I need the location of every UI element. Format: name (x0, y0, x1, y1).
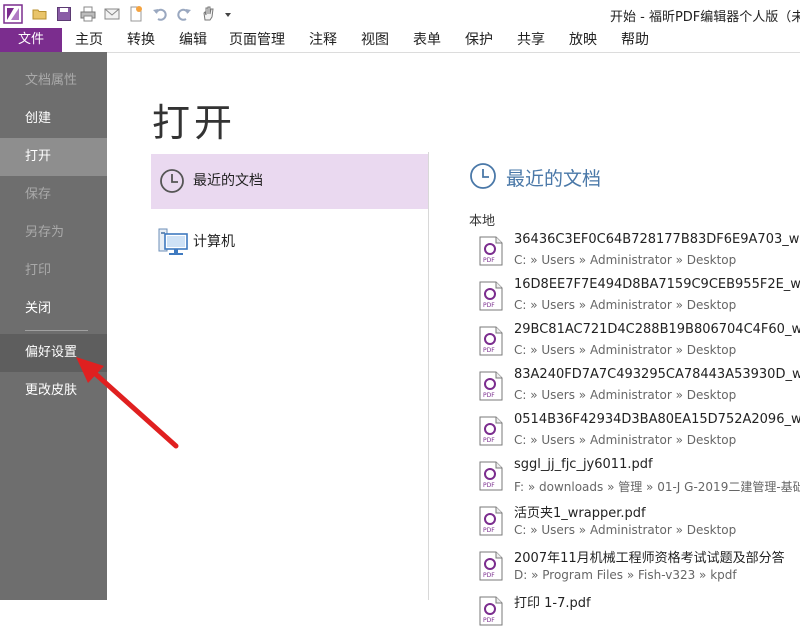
recent-file-row[interactable]: PDF 83A240FD7A7C493295CA78443A53930D_wra C… (479, 367, 800, 412)
recent-file-path: C: » Users » Administrator » Desktop (514, 433, 737, 447)
pdf-file-icon: PDF (479, 551, 503, 581)
recent-documents-panel: 最近的文档 本地 PDF 36436C3EF0C64B728177B83DF6E9… (429, 152, 800, 626)
menu-protect[interactable]: 保护 (465, 28, 493, 52)
recent-documents-title: 最近的文档 (506, 168, 602, 190)
svg-text:PDF: PDF (483, 347, 495, 354)
pdf-file-icon: PDF (479, 461, 503, 491)
svg-text:PDF: PDF (483, 527, 495, 534)
pdf-file-icon: PDF (479, 371, 503, 401)
sidebar-item-change-skin[interactable]: 更改皮肤 (0, 372, 107, 410)
pdf-file-icon: PDF (479, 596, 503, 626)
undo-icon[interactable] (151, 5, 169, 23)
menu-view[interactable]: 视图 (361, 28, 389, 52)
page-title: 打开 (152, 101, 237, 145)
sidebar-divider (25, 330, 88, 331)
recent-file-path: C: » Users » Administrator » Desktop (514, 388, 737, 402)
recent-file-name: 36436C3EF0C64B728177B83DF6E9A703_wra (514, 232, 800, 247)
email-icon[interactable] (103, 5, 121, 23)
recent-file-name: 29BC81AC721D4C288B19B806704C4F60_wra (514, 322, 800, 337)
sidebar-item-document-properties[interactable]: 文档属性 (0, 62, 107, 100)
svg-text:PDF: PDF (483, 257, 495, 264)
svg-text:PDF: PDF (483, 392, 495, 399)
recent-file-row[interactable]: PDF 打印 1-7.pdf (479, 592, 800, 637)
new-document-icon[interactable] (127, 5, 145, 23)
menu-convert[interactable]: 转换 (127, 28, 155, 52)
recent-file-row[interactable]: PDF 活页夹1_wrapper.pdf C: » Users » Administ… (479, 502, 800, 547)
menu-share[interactable]: 共享 (517, 28, 545, 52)
section-label-local: 本地 (469, 214, 496, 229)
sidebar-item-save-as[interactable]: 另存为 (0, 214, 107, 252)
sidebar-item-preferences[interactable]: 偏好设置 (0, 334, 107, 372)
recent-file-name: 16D8EE7F7E494D8BA7159C9CEB955F2E_wra (514, 277, 800, 292)
open-folder-icon[interactable] (31, 5, 49, 23)
pdf-file-icon: PDF (479, 281, 503, 311)
menu-form[interactable]: 表单 (413, 28, 441, 52)
location-recent-documents[interactable]: 最近的文档 (151, 154, 428, 209)
recent-file-row[interactable]: PDF 0514B36F42934D3BA80EA15D752A2096_wra C… (479, 412, 800, 457)
menu-slideshow[interactable]: 放映 (569, 28, 597, 52)
svg-text:PDF: PDF (483, 617, 495, 624)
clock-icon (470, 163, 496, 189)
sidebar-item-save[interactable]: 保存 (0, 176, 107, 214)
window-title: 开始 - 福昕PDF编辑器个人版（未经 (610, 10, 800, 25)
file-backstage-sidebar: 文档属性 创建 打开 保存 另存为 打印 关闭 偏好设置 更改皮肤 (0, 52, 107, 600)
recent-file-name: 83A240FD7A7C493295CA78443A53930D_wra (514, 367, 800, 382)
svg-text:PDF: PDF (483, 437, 495, 444)
recent-file-name: sggl_jj_fjc_jy6011.pdf (514, 457, 653, 472)
recent-file-path: C: » Users » Administrator » Desktop (514, 523, 737, 537)
location-computer[interactable]: 计算机 (151, 215, 428, 270)
recent-file-path: C: » Users » Administrator » Desktop (514, 298, 737, 312)
recent-file-row[interactable]: PDF 2007年11月机械工程师资格考试试题及部分答 D: » Program F… (479, 547, 800, 592)
customize-toolbar-dropdown-icon[interactable] (222, 5, 234, 23)
print-icon[interactable] (79, 5, 97, 23)
pdf-file-icon: PDF (479, 416, 503, 446)
menu-help[interactable]: 帮助 (621, 28, 649, 52)
pdf-file-icon: PDF (479, 326, 503, 356)
hand-tool-icon[interactable] (199, 5, 217, 23)
menu-comment[interactable]: 注释 (309, 28, 337, 52)
pdf-file-icon: PDF (479, 236, 503, 266)
recent-file-name: 2007年11月机械工程师资格考试试题及部分答 (514, 551, 785, 566)
recent-file-name: 0514B36F42934D3BA80EA15D752A2096_wra (514, 412, 800, 427)
recent-file-path: C: » Users » Administrator » Desktop (514, 343, 737, 357)
app-logo-icon (3, 4, 23, 24)
recent-file-row[interactable]: PDF 16D8EE7F7E494D8BA7159C9CEB955F2E_wra C… (479, 277, 800, 322)
recent-file-path: D: » Program Files » Fish-v323 » kpdf (514, 568, 737, 582)
pdf-file-icon: PDF (479, 506, 503, 536)
svg-text:PDF: PDF (483, 302, 495, 309)
location-recent-label: 最近的文档 (193, 173, 263, 189)
redo-icon[interactable] (175, 5, 193, 23)
title-bar: 开始 - 福昕PDF编辑器个人版（未经 (0, 0, 800, 29)
recent-file-row[interactable]: PDF 36436C3EF0C64B728177B83DF6E9A703_wra C… (479, 232, 800, 277)
menu-page-management[interactable]: 页面管理 (229, 28, 285, 52)
menu-file-tab[interactable]: 文件 (0, 28, 62, 52)
recent-file-name: 活页夹1_wrapper.pdf (514, 506, 646, 521)
computer-icon (158, 228, 188, 255)
sidebar-item-open[interactable]: 打开 (0, 138, 107, 176)
recent-file-path: C: » Users » Administrator » Desktop (514, 253, 737, 267)
clock-icon (160, 169, 184, 193)
sidebar-item-print[interactable]: 打印 (0, 252, 107, 290)
svg-text:PDF: PDF (483, 482, 495, 489)
svg-text:PDF: PDF (483, 572, 495, 579)
menu-bar: 文件 主页 转换 编辑 页面管理 注释 视图 表单 保护 共享 放映 帮助 (0, 28, 800, 53)
menu-edit[interactable]: 编辑 (179, 28, 207, 52)
location-computer-label: 计算机 (193, 234, 235, 250)
save-icon[interactable] (55, 5, 73, 23)
sidebar-item-close[interactable]: 关闭 (0, 290, 107, 328)
recent-file-row[interactable]: PDF sggl_jj_fjc_jy6011.pdf F: » downloads … (479, 457, 800, 502)
recent-file-path: F: » downloads » 管理 » 01-J G-2019二建管理-基础… (514, 480, 800, 494)
menu-home[interactable]: 主页 (75, 28, 103, 52)
recent-file-row[interactable]: PDF 29BC81AC721D4C288B19B806704C4F60_wra C… (479, 322, 800, 367)
open-locations-panel: 最近的文档 计算机 (151, 152, 429, 600)
recent-file-name: 打印 1-7.pdf (514, 596, 591, 611)
sidebar-item-create[interactable]: 创建 (0, 100, 107, 138)
